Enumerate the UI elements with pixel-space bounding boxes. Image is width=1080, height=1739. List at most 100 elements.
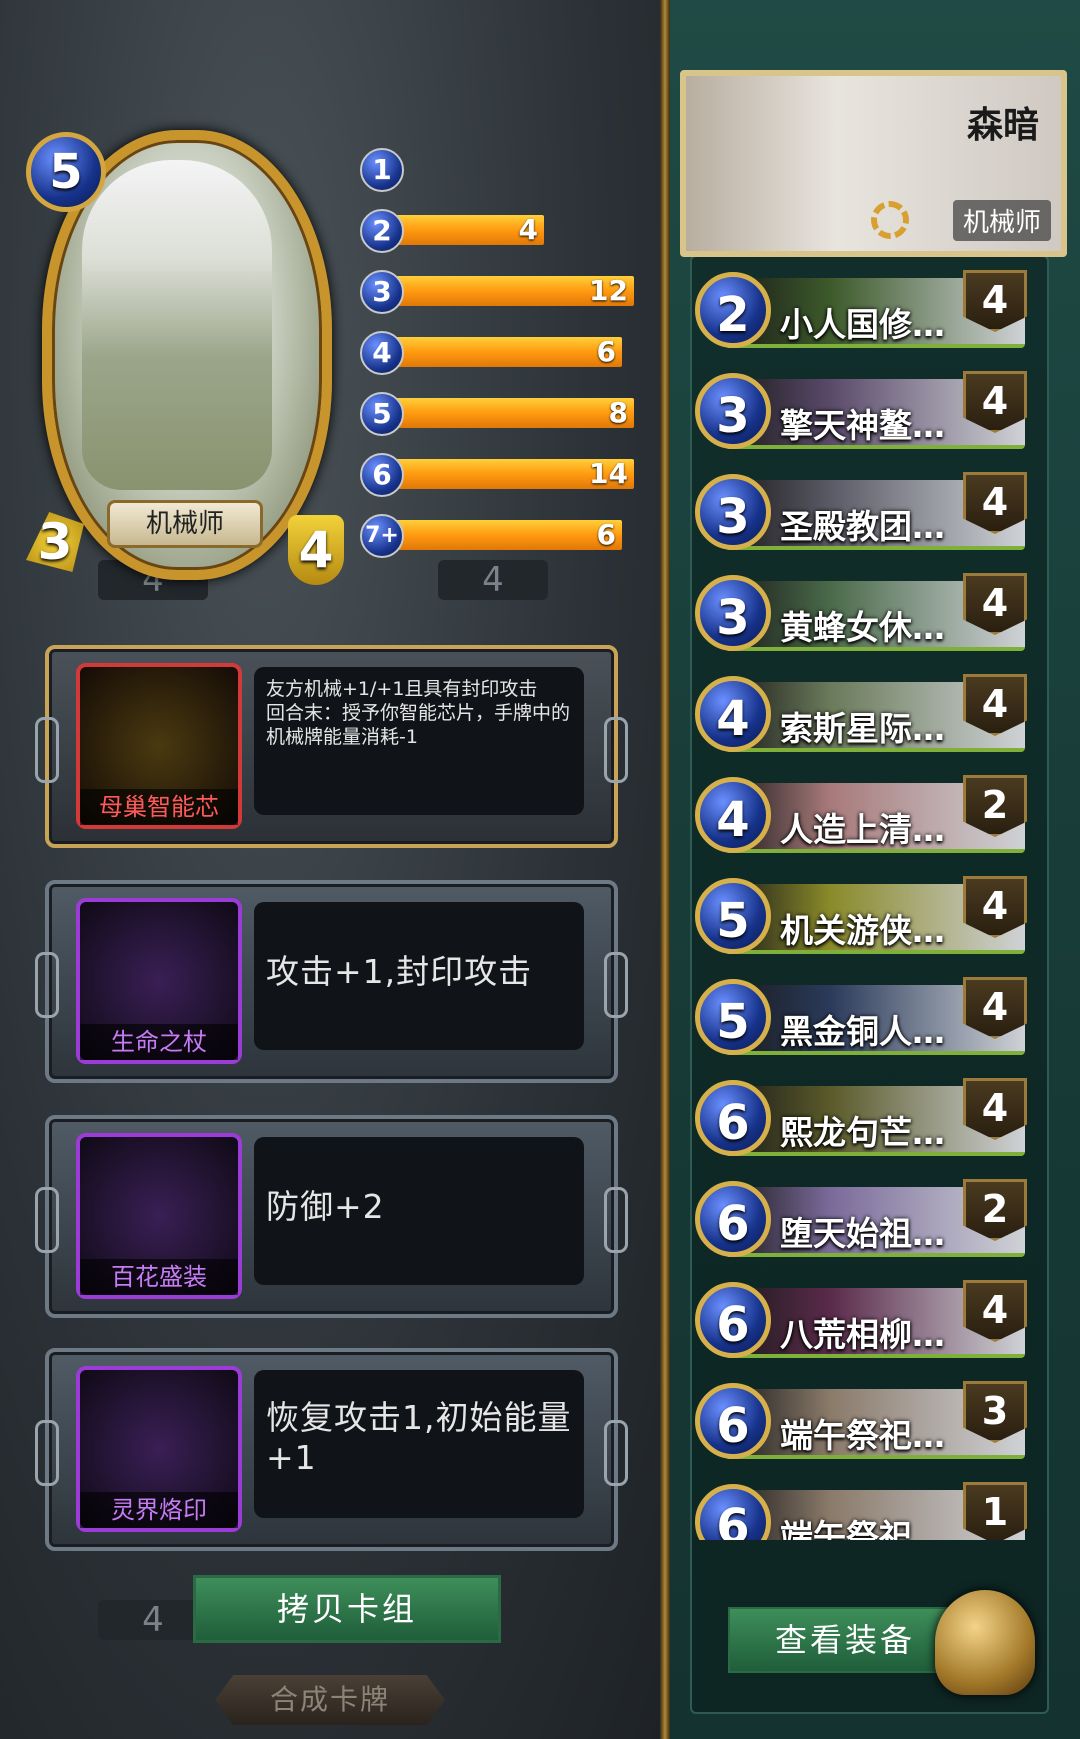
deck-card-row[interactable]: 5 机关游侠… 4 — [695, 876, 1035, 956]
curve-bar: 14 — [382, 459, 634, 489]
curve-row: 8 5 — [360, 392, 640, 436]
equipment-desc-text: 防御+2 — [266, 1187, 385, 1226]
curve-row: 4 2 — [360, 209, 640, 253]
card-name: 人造上清… — [780, 810, 945, 849]
deck-hero-banner[interactable]: 森暗 机械师 — [680, 70, 1067, 257]
card-name: 熙龙句芒… — [780, 1113, 945, 1152]
card-name: 擎天神鳌… — [780, 406, 945, 445]
chain-left — [35, 1186, 59, 1253]
deck-card-row[interactable]: 3 黄蜂女休… 4 — [695, 573, 1035, 653]
equipment-desc-text: 恢复攻击1,初始能量+1 — [266, 1398, 572, 1477]
card-cost-gem: 6 — [695, 1080, 771, 1156]
curve-row: 1 — [360, 148, 640, 192]
curve-bar: 4 — [382, 215, 544, 245]
deck-card-row[interactable]: 4 索斯星际… 4 — [695, 674, 1035, 754]
bg-slot: 4 — [438, 560, 548, 600]
card-name: 机关游侠… — [780, 911, 945, 950]
card-cost-gem: 5 — [695, 878, 771, 954]
curve-count: 12 — [589, 274, 628, 307]
deck-card-row[interactable]: 3 圣殿教团… 4 — [695, 472, 1035, 552]
equipment-slot[interactable]: 母巢智能芯 友方机械+1/+1且具有封印攻击 回合末：授予你智能芯片，手牌中的机… — [35, 645, 628, 848]
staff-icon: 生命之杖 — [76, 898, 242, 1064]
curve-cost: 1 — [360, 148, 404, 192]
equipment-slot[interactable]: 生命之杖 攻击+1,封印攻击 — [35, 880, 628, 1083]
card-cost-gem: 2 — [695, 272, 771, 348]
chain-left — [35, 951, 59, 1018]
hero-class-label: 机械师 — [107, 500, 263, 548]
equipment-slot[interactable]: 百花盛装 防御+2 — [35, 1115, 628, 1318]
deck-card-row[interactable]: 3 擎天神鳌… 4 — [695, 371, 1035, 451]
equipment-desc: 友方机械+1/+1且具有封印攻击 回合末：授予你智能芯片，手牌中的机械牌能量消耗… — [254, 667, 584, 815]
copy-deck-button[interactable]: 拷贝卡组 — [193, 1575, 501, 1643]
equipment-name: 百花盛装 — [80, 1259, 238, 1295]
equipment-name: 灵界烙印 — [80, 1492, 238, 1528]
curve-bar: 6 — [382, 337, 622, 367]
bg-slot: 4 — [98, 1600, 208, 1640]
card-cost-gem: 4 — [695, 777, 771, 853]
curve-cost: 5 — [360, 392, 404, 436]
card-cost-gem: 6 — [695, 1181, 771, 1257]
equipment-desc: 攻击+1,封印攻击 — [254, 902, 584, 1050]
curve-count: 14 — [589, 457, 628, 490]
curve-cost: 3 — [360, 270, 404, 314]
card-name: 端午祭祀 — [780, 1517, 912, 1540]
card-name: 圣殿教团… — [780, 507, 945, 546]
curve-cost: 7+ — [360, 514, 404, 558]
view-equipment-button[interactable]: 查看装备 — [728, 1607, 962, 1673]
curve-count: 4 — [518, 213, 538, 246]
gear-icon — [871, 201, 909, 239]
hero-portrait — [82, 160, 272, 490]
curve-row: 14 6 — [360, 453, 640, 497]
chain-left — [35, 1419, 59, 1486]
deck-card-row[interactable]: 6 熙龙句芒… 4 — [695, 1078, 1035, 1158]
curve-row: 6 4 — [360, 331, 640, 375]
deck-card-row[interactable]: 6 端午祭祀… 3 — [695, 1381, 1035, 1461]
equipment-desc: 防御+2 — [254, 1137, 584, 1285]
card-name: 索斯星际… — [780, 709, 945, 748]
curve-cost: 2 — [360, 209, 404, 253]
chain-right — [604, 951, 628, 1018]
curve-cost: 6 — [360, 453, 404, 497]
dress-icon: 百花盛装 — [76, 1133, 242, 1299]
chain-right — [604, 716, 628, 783]
equipment-desc-text: 友方机械+1/+1且具有封印攻击 回合末：授予你智能芯片，手牌中的机械牌能量消耗… — [266, 678, 571, 748]
equipment-name: 母巢智能芯 — [80, 789, 238, 825]
deck-hero-name: 森暗 — [966, 105, 1039, 146]
panel-divider — [660, 0, 670, 1739]
card-cost-gem: 6 — [695, 1383, 771, 1459]
deck-hero-class: 机械师 — [952, 200, 1051, 241]
deck-card-row[interactable]: 6 堕天始祖… 2 — [695, 1179, 1035, 1259]
curve-bar: 12 — [382, 276, 634, 306]
curve-count: 6 — [596, 518, 616, 551]
hero-defense: 4 — [288, 515, 344, 585]
rune-icon: 灵界烙印 — [76, 1366, 242, 1532]
curve-count: 8 — [608, 396, 628, 429]
deck-card-row[interactable]: 6 八荒相柳… 4 — [695, 1280, 1035, 1360]
card-name: 小人国修… — [780, 305, 945, 344]
card-name: 八荒相柳… — [780, 1315, 945, 1354]
curve-row: 6 7+ — [360, 514, 640, 558]
chain-right — [604, 1186, 628, 1253]
chain-left — [35, 716, 59, 783]
equipment-slot[interactable]: 灵界烙印 恢复攻击1,初始能量+1 — [35, 1348, 628, 1551]
hero-cost-gem: 5 — [26, 132, 106, 212]
equipment-name: 生命之杖 — [80, 1024, 238, 1060]
synthesize-button[interactable]: 合成卡牌 — [215, 1675, 445, 1725]
equipment-desc: 恢复攻击1,初始能量+1 — [254, 1370, 584, 1518]
curve-cost: 4 — [360, 331, 404, 375]
deck-card-row[interactable]: 2 小人国修… 4 — [695, 270, 1035, 350]
helmet-icon — [935, 1590, 1035, 1695]
card-name: 黑金铜人… — [780, 1012, 945, 1051]
card-cost-gem: 3 — [695, 373, 771, 449]
card-name: 黄蜂女休… — [780, 608, 945, 647]
deck-card-row[interactable]: 5 黑金铜人… 4 — [695, 977, 1035, 1057]
curve-bar: 8 — [382, 398, 634, 428]
card-cost-gem: 3 — [695, 575, 771, 651]
curve-bar: 6 — [382, 520, 622, 550]
card-cost-gem: 5 — [695, 979, 771, 1055]
deck-card-row[interactable]: 4 人造上清… 2 — [695, 775, 1035, 855]
hero-card[interactable]: 5 机械师 — [12, 120, 332, 580]
card-name: 端午祭祀… — [780, 1416, 945, 1455]
curve-row: 12 3 — [360, 270, 640, 314]
deck-card-row[interactable]: 6 端午祭祀 1 — [695, 1482, 1035, 1540]
